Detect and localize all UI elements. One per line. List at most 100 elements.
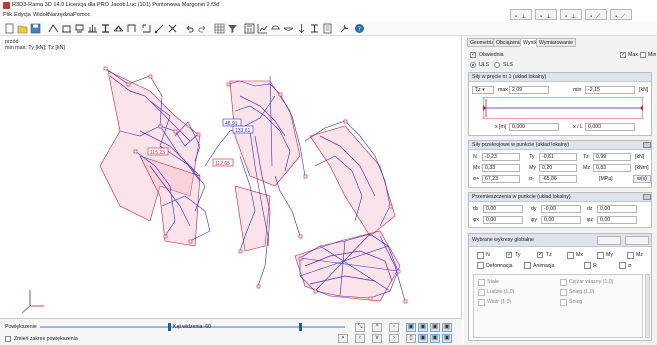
toggle-ty[interactable]: [506, 251, 512, 258]
deformation-toggle[interactable]: [477, 262, 484, 269]
disp-value: 0,00: [483, 205, 523, 213]
load-case-checkbox[interactable]: [560, 289, 567, 296]
new-file-icon[interactable]: [4, 23, 15, 34]
x-field[interactable]: 0,000: [509, 123, 559, 131]
stress-toggle[interactable]: [619, 262, 626, 269]
toggle-mx[interactable]: [567, 252, 574, 259]
load-case-checkbox[interactable]: [560, 299, 567, 306]
diagram-scale-button[interactable]: [625, 236, 649, 245]
menu-bar: Plik Edycja Widok Narzędzia Pomoc: [0, 11, 657, 21]
load-tool-icon[interactable]: [87, 23, 98, 34]
menu-tools[interactable]: Narzędzia: [48, 12, 73, 18]
truss-tool-icon[interactable]: [113, 23, 124, 34]
envelope-checkbox[interactable]: [470, 51, 476, 58]
load-case-checkbox[interactable]: [478, 289, 485, 296]
diagram-settings-button[interactable]: [597, 236, 621, 245]
support-tool-icon[interactable]: [74, 23, 85, 34]
reactions-toggle[interactable]: [584, 262, 591, 269]
animation-toggle[interactable]: [524, 262, 531, 269]
results-icon[interactable]: [257, 23, 268, 34]
svg-text:⊥: ⊥: [521, 13, 526, 19]
view-xz-button[interactable]: ▪ ⊥: [535, 9, 557, 20]
deformation-icon[interactable]: [283, 23, 294, 34]
menu-edit[interactable]: Edycja: [14, 12, 31, 18]
load-case-checkbox[interactable]: [478, 279, 485, 286]
xl-field[interactable]: 0,000: [585, 123, 635, 131]
collapse-icon[interactable]: [643, 194, 651, 200]
calculate-icon[interactable]: [244, 23, 255, 34]
model-viewport[interactable]: przód min max: Ty [kN]; Tz [kN] 48,91 13…: [0, 36, 462, 318]
help-icon[interactable]: ?: [354, 23, 365, 34]
record-button[interactable]: ▪: [338, 334, 348, 343]
wx-button[interactable]: w(x): [633, 175, 651, 183]
sls-radio[interactable]: [494, 62, 500, 68]
tab-design[interactable]: Wymiarowanie: [536, 38, 576, 47]
view-b-button[interactable]: ▣: [430, 334, 440, 343]
bar-forces-header: Siły w pręcie nr 1 (układ lokalny): [469, 73, 651, 82]
redo-icon[interactable]: [197, 23, 208, 34]
pan-left-button[interactable]: ‹: [355, 334, 365, 343]
view-iso-small-button[interactable]: ▣: [442, 323, 452, 332]
max-value-label: max: [498, 87, 508, 93]
sf-key: Ty: [529, 154, 535, 160]
filter-icon[interactable]: [227, 23, 238, 34]
view-c-button[interactable]: ▣: [442, 334, 452, 343]
menu-help[interactable]: Pomoc: [73, 12, 90, 18]
toggle-my[interactable]: [597, 252, 604, 259]
menu-view[interactable]: Widok: [33, 12, 49, 18]
angle-slider-handle[interactable]: [299, 323, 302, 331]
save-icon[interactable]: [30, 23, 41, 34]
structure-drawing[interactable]: 48,91 133,61 115,23 112,65: [0, 36, 462, 318]
disp-key: dy: [531, 206, 537, 212]
view-yz-button[interactable]: ▪ ⊥: [560, 9, 582, 20]
delete-icon[interactable]: [167, 23, 178, 34]
view-top-button[interactable]: ▣: [430, 323, 440, 332]
frame-tool-icon[interactable]: [126, 23, 137, 34]
open-folder-icon[interactable]: [17, 23, 28, 34]
section-tool-icon[interactable]: [100, 23, 111, 34]
load-case-list: Stałe Ciężar własny (1,0) Ludzie (1,0) Ś…: [473, 274, 643, 338]
fit-view-button[interactable]: ⤡: [355, 323, 365, 332]
max-checkbox[interactable]: [620, 51, 626, 58]
node-tool-icon[interactable]: [48, 23, 59, 34]
view-side-button[interactable]: ▣: [418, 323, 428, 332]
reactions-icon[interactable]: [296, 23, 307, 34]
sf-key: Tz: [583, 154, 589, 160]
min-checkbox[interactable]: [640, 52, 646, 58]
view-3d-button[interactable]: ▪ ⟋: [610, 9, 632, 20]
sf-value: 0,99: [593, 153, 631, 161]
uls-radio[interactable]: [470, 62, 476, 68]
collapse-icon[interactable]: [643, 142, 651, 148]
toggle-mz[interactable]: [627, 252, 634, 259]
undo-icon[interactable]: [184, 23, 195, 34]
node-select-icon[interactable]: [154, 23, 165, 34]
pan-right-button[interactable]: ›: [389, 334, 399, 343]
toggle-n[interactable]: [477, 252, 484, 259]
bar-force-diagram[interactable]: [483, 97, 643, 119]
view-a-button[interactable]: ▣: [418, 334, 428, 343]
pan-down-button[interactable]: v: [372, 334, 382, 343]
grid-icon[interactable]: [214, 23, 225, 34]
zoom-slider-handle[interactable]: [168, 323, 171, 331]
view-front-button[interactable]: ▣: [406, 323, 416, 332]
view-xy-button[interactable]: ▪ ⊥: [510, 9, 532, 20]
lock-button[interactable]: ▫: [389, 323, 399, 332]
load-case-checkbox[interactable]: [560, 279, 567, 286]
view-iso-button[interactable]: ▪ ⟋: [585, 9, 607, 20]
diagram-icon[interactable]: [270, 23, 281, 34]
svg-text:▪: ▪: [515, 14, 517, 19]
bar-tool-icon[interactable]: [61, 23, 72, 34]
report-icon[interactable]: [322, 23, 333, 34]
toggle-tz[interactable]: [537, 251, 543, 258]
keep-zoom-checkbox[interactable]: [5, 336, 11, 342]
pan-up-button[interactable]: ^: [372, 323, 382, 332]
menu-file[interactable]: Plik: [3, 12, 12, 18]
view-angle-label: Kąt widzenia: 60: [173, 324, 212, 330]
print-button[interactable]: ▯: [406, 334, 416, 343]
wrench-icon[interactable]: [339, 23, 350, 34]
component-select[interactable]: Tz ▾: [472, 86, 494, 94]
select-tool-icon[interactable]: [141, 23, 152, 34]
load-case-checkbox[interactable]: [478, 299, 485, 306]
load-case-scrollbar[interactable]: [645, 274, 650, 338]
steel-design-icon[interactable]: [309, 23, 320, 34]
